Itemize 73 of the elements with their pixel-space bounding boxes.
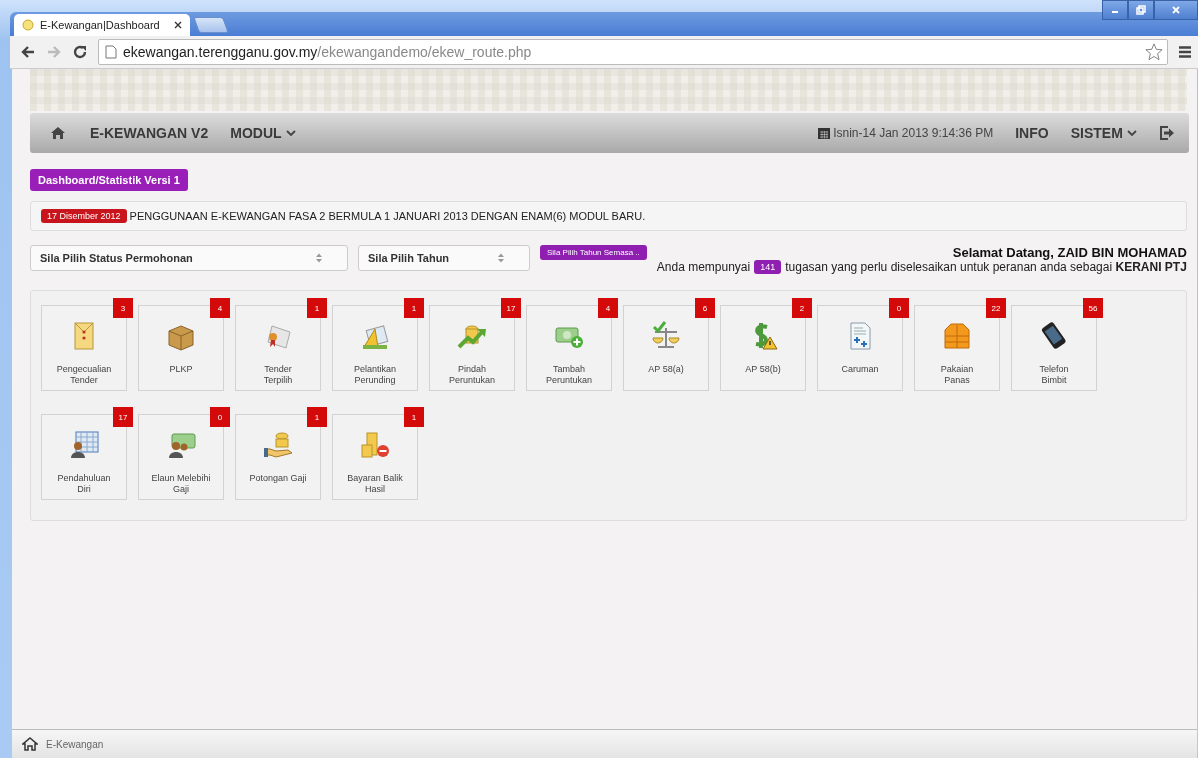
tile-label: Potongan Gaji	[249, 473, 307, 484]
nav-menu[interactable]: INFO	[1015, 125, 1049, 141]
tile-label: Pelantikan Perunding	[354, 364, 396, 386]
tile-label: Tambah Peruntukan	[545, 364, 592, 386]
task-text: tugasan yang perlu diselesaikan untuk peranan anda sebagai KERANI PTJ	[785, 260, 1187, 274]
count-badge: 0	[210, 407, 230, 427]
close-icon[interactable]	[174, 21, 182, 29]
tile-label: Telefon Bimbit	[1039, 364, 1069, 386]
emblem-icon	[22, 19, 34, 31]
breadcrumb-link[interactable]: E-Kewangan	[46, 738, 104, 750]
sort-arrows-icon	[315, 252, 323, 264]
home-icon[interactable]	[50, 125, 66, 141]
year-button[interactable]: Sila Pilih Tahun Semasa ..	[540, 245, 647, 260]
chevron-down-icon	[1126, 130, 1137, 136]
nav-menu[interactable]: MODUL	[230, 125, 296, 141]
count-badge: 0	[889, 298, 909, 318]
count-badge: 4	[210, 298, 230, 318]
address-bar[interactable]: ekewangan.terengganu.gov.my/ekewangandemo/ekew_route.php	[98, 39, 1168, 65]
select-field[interactable]: Sila Pilih Status Permohonan	[30, 245, 348, 271]
brand-link[interactable]: E-KEWANGAN V2	[90, 125, 209, 141]
count-badge: 1	[307, 407, 327, 427]
jacket-icon	[941, 320, 973, 352]
count-badge: 22	[986, 298, 1006, 318]
count-badge: 17	[501, 298, 521, 318]
tile-label: PLKP	[169, 364, 193, 375]
tile-label: Tender Terpilih	[263, 364, 293, 386]
nav-menu[interactable]: SISTEM	[1070, 125, 1137, 141]
people-calendar-icon	[68, 429, 100, 461]
count-badge: 56	[1083, 298, 1103, 318]
reload-icon[interactable]	[72, 44, 88, 60]
welcome-text: Selamat Datang, ZAID BIN MOHAMAD	[952, 245, 1187, 260]
task-count-badge: 141	[754, 260, 782, 274]
announcement-text: PENGGUNAAN E-KEWANGAN FASA 2 BERMULA 1 JANUARI 2013 DENGAN ENAM(6) MODUL BARU.	[129, 210, 646, 222]
restore-button[interactable]	[1128, 0, 1154, 20]
tile-label: Caruman	[841, 364, 879, 375]
tile-label: Pengecualian Tender	[56, 364, 112, 386]
back-icon[interactable]	[20, 44, 36, 60]
count-badge: 17	[113, 407, 133, 427]
page-icon	[105, 45, 117, 59]
new-tab-button[interactable]	[193, 17, 229, 33]
tile-label: Pendahuluan Diri	[57, 473, 111, 495]
restore-icon	[1136, 5, 1146, 15]
chevron-down-icon	[285, 130, 296, 136]
tile-label: Bayaran Balik Hasil	[347, 473, 403, 495]
tile-label: AP 58(b)	[745, 364, 781, 375]
count-badge: 2	[792, 298, 812, 318]
count-badge: 4	[598, 298, 618, 318]
tile-label: Elaun Melebihi Gaji	[151, 473, 211, 495]
browser-tab[interactable]: E-Kewangan|Dashboard	[14, 14, 190, 36]
star-icon[interactable]	[1145, 43, 1163, 61]
tile-label: Pakaian Panas	[940, 364, 974, 386]
tile-label: AP 58(a)	[648, 364, 684, 375]
count-badge: 6	[695, 298, 715, 318]
tile-label: Pindah Peruntukan	[448, 364, 495, 386]
coins-minus-icon	[359, 429, 391, 461]
count-badge: 1	[307, 298, 327, 318]
calendar-icon	[817, 126, 832, 140]
home-icon[interactable]	[22, 736, 38, 752]
date-time: Isnin-14 Jan 2013 9:14:36 PM	[833, 126, 994, 140]
date-badge: 17 Disember 2012	[41, 209, 127, 223]
close-button[interactable]	[1154, 0, 1198, 20]
task-text: Anda mempunyai	[656, 260, 751, 274]
menu-icon[interactable]	[1178, 45, 1192, 59]
logout-icon[interactable]	[1158, 125, 1175, 141]
hand-coins-icon	[262, 429, 294, 461]
count-badge: 3	[113, 298, 133, 318]
select-field[interactable]: Sila Pilih Tahun	[358, 245, 530, 271]
count-badge: 1	[404, 407, 424, 427]
count-badge: 1	[404, 298, 424, 318]
minimize-button[interactable]	[1102, 0, 1128, 20]
sort-arrows-icon	[497, 252, 505, 264]
page-title-badge: Dashboard/Statistik Versi 1	[30, 169, 188, 191]
close-icon	[1171, 5, 1181, 15]
